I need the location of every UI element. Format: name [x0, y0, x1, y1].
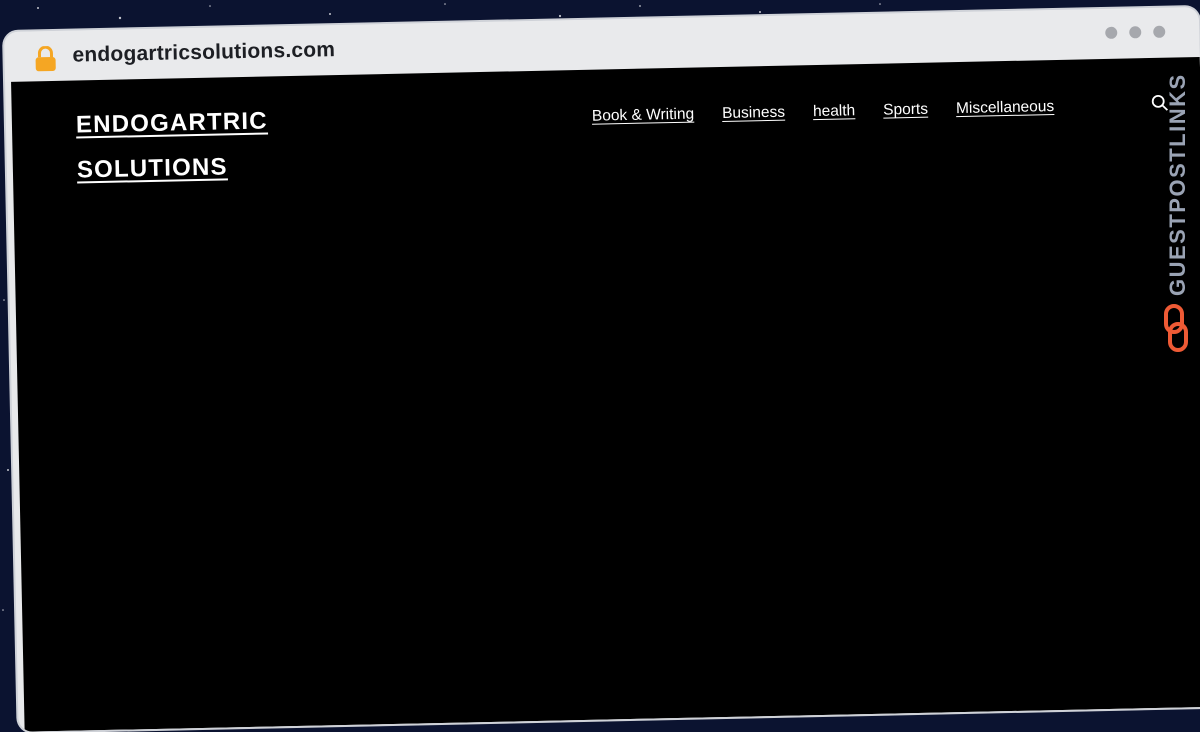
page-viewport: ENDOGARTRIC SOLUTIONS Book & Writing Bus…: [11, 56, 1200, 732]
nav-link-miscellaneous[interactable]: Miscellaneous: [956, 98, 1055, 118]
watermark-label: GUESTPOSTLINKS: [1165, 73, 1190, 296]
window-dot[interactable]: [1129, 26, 1142, 39]
guestpostlinks-watermark: GUESTPOSTLINKS: [1158, 58, 1194, 358]
link-chain-icon: [1164, 304, 1188, 352]
nav-link-book-writing[interactable]: Book & Writing: [592, 106, 695, 126]
nav-link-health[interactable]: health: [813, 102, 856, 121]
window-dot[interactable]: [1105, 26, 1118, 39]
logo-line-1: ENDOGARTRIC: [75, 107, 269, 139]
site-logo[interactable]: ENDOGARTRIC SOLUTIONS: [75, 97, 317, 192]
nav-link-sports[interactable]: Sports: [883, 101, 928, 120]
logo-line-2: SOLUTIONS: [76, 153, 228, 184]
lock-icon: [35, 45, 56, 72]
url-text[interactable]: endogartricsolutions.com: [72, 38, 335, 67]
window-dot[interactable]: [1153, 25, 1166, 38]
watermark-text: GUESTPOSTLINKS: [1165, 73, 1190, 296]
main-nav: Book & Writing Business health Sports Mi…: [592, 98, 1055, 126]
browser-window: endogartricsolutions.com ENDOGARTRIC SOL…: [4, 6, 1200, 732]
window-controls: [1105, 25, 1166, 39]
nav-link-business[interactable]: Business: [722, 104, 785, 123]
